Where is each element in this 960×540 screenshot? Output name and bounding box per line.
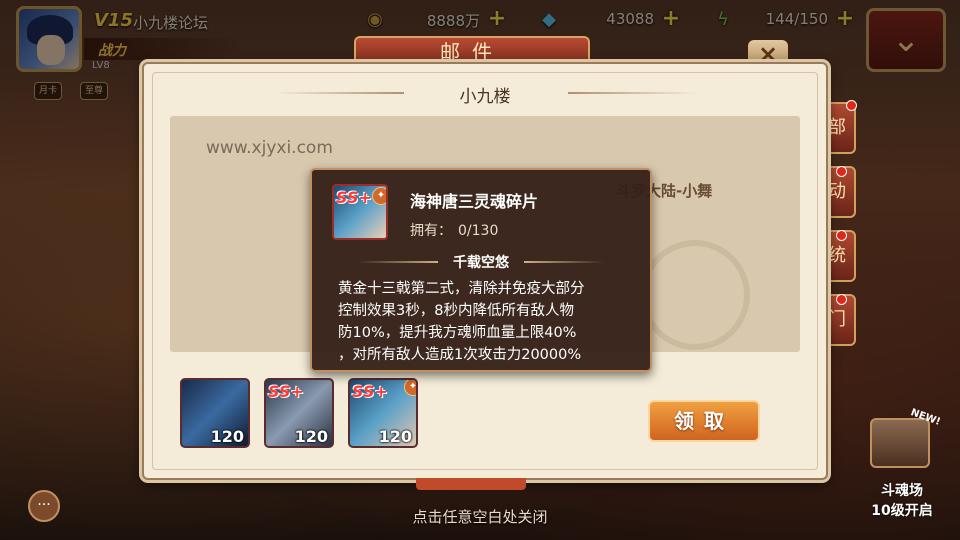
chat-button[interactable]: ··· [28,490,60,522]
tooltip-item-icon: SS+ ✦ [332,184,388,240]
description-line: ，对所有敌人造成1次攻击力20000% [338,347,582,363]
notification-dot [836,230,847,241]
description-line: 黄金十三戟第二式，清除并免疫大部分 [338,281,585,297]
notification-dot [836,294,847,305]
attachment-item-spear[interactable]: 120 [180,378,250,448]
ss-plus-badge: SS+ [352,382,388,401]
ss-plus-badge: SS+ [268,382,304,401]
notification-dot [846,100,857,111]
website-text: www.xjyxi.com [206,138,333,158]
item-count: 120 [294,427,328,446]
attachment-item-character-fragment[interactable]: SS+ ✦ 120 [348,378,418,448]
item-count: 120 [378,427,412,446]
bottom-tab-decoration [416,478,526,490]
fragment-icon: ✦ [372,187,386,205]
notification-dot [836,166,847,177]
skill-description: 黄金十三戟第二式，清除并免疫大部分 控制效果3秒，8秒内降低所有敌人物 防10%… [338,278,638,366]
title-ornament-right [568,92,698,94]
owned-count: 拥有： 0/130 [410,223,499,239]
chat-bubble-icon: ··· [37,497,51,513]
description-line: 控制效果3秒，8秒内降低所有敌人物 [338,303,574,319]
skill-name: 千载空悠 [312,252,650,272]
attachment-item-soul-tool[interactable]: SS+ 120 [264,378,334,448]
claim-button[interactable]: 领取 [648,400,760,442]
close-hint: 点击任意空白处关闭 [412,508,548,526]
arena-unlock-text: 10级开启 [871,503,933,519]
arena-title: 斗魂场 [881,483,923,499]
fragment-icon: ✦ [404,380,416,396]
arena-building-icon [870,418,930,468]
tooltip-item-name: 海神唐三灵魂碎片 [410,192,539,211]
emblem-watermark [640,240,750,350]
arena-button[interactable]: NEW! 斗魂场 10级开启 [852,404,952,524]
description-line: 防10%，提升我方魂师血量上限40% [338,325,577,341]
dialog-title: 小九楼 [459,87,511,107]
ss-plus-badge: SS+ [336,188,372,207]
item-count: 120 [210,427,244,446]
item-tooltip: SS+ ✦ 海神唐三灵魂碎片 拥有： 0/130 千载空悠 黄金十三戟第二式，清除… [310,168,652,372]
